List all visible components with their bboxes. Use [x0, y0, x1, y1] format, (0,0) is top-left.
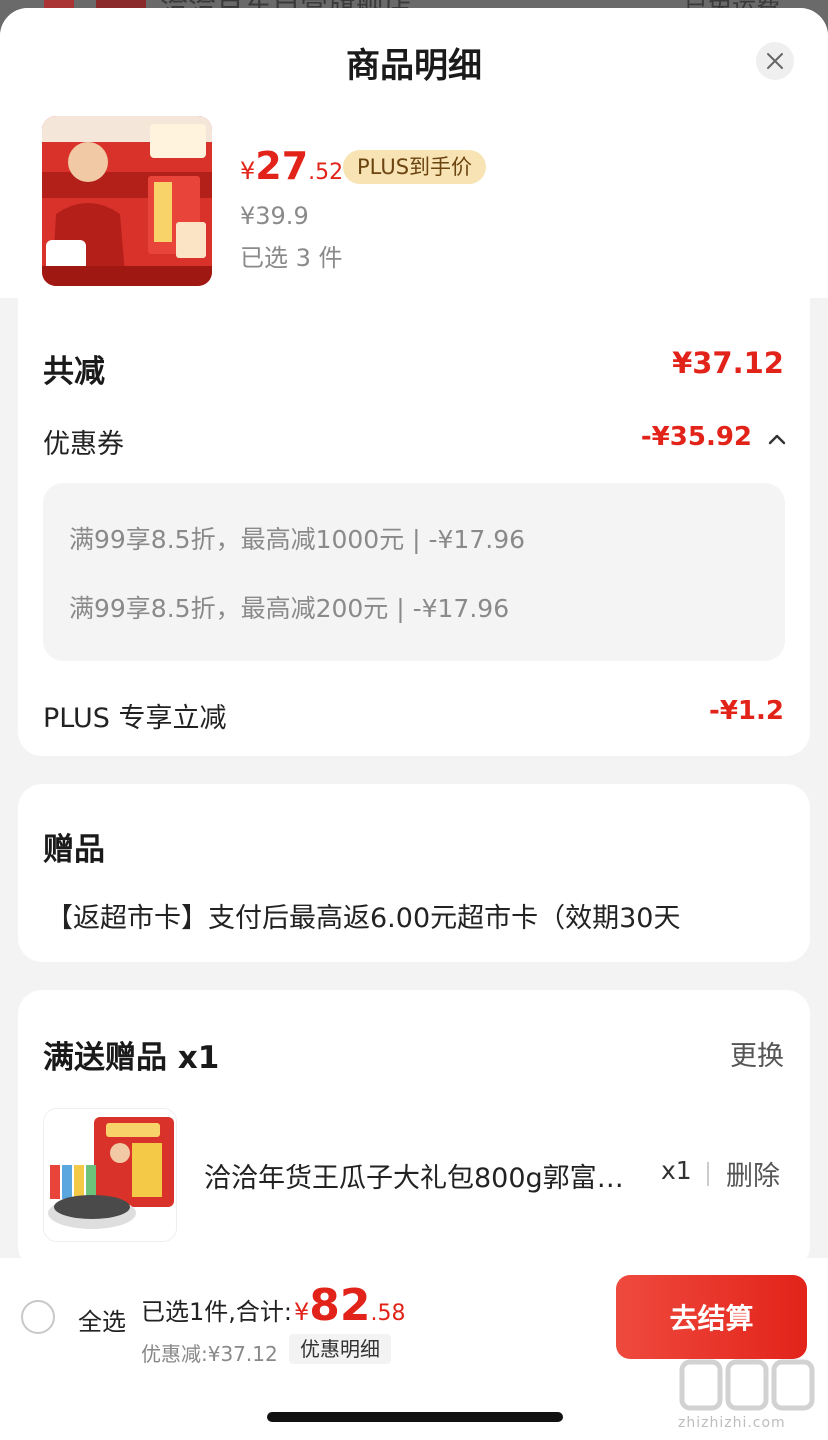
- gift-item-quantity: x1: [661, 1156, 692, 1185]
- close-button[interactable]: [756, 42, 794, 80]
- sheet-title: 商品明细: [346, 46, 482, 86]
- checkout-bar: 全选 已选1件,合计: ¥ 82 .58 优惠减:¥37.12 优惠明细 去结算…: [0, 1258, 828, 1440]
- home-indicator[interactable]: [267, 1412, 563, 1422]
- full-gift-title: 满送赠品 x1: [43, 1040, 220, 1076]
- order-summary: 已选1件,合计: ¥ 82 .58: [141, 1280, 406, 1331]
- gift-item-name: 洽洽年货王瓜子大礼包800g郭富城同款: [204, 1163, 634, 1194]
- gift-item-image: [43, 1108, 177, 1242]
- select-all-label[interactable]: 全选: [78, 1302, 126, 1337]
- plus-price-badge: PLUS到手价: [343, 150, 487, 184]
- plus-price: ¥ 27 .52: [240, 144, 355, 188]
- total-integer: 82: [309, 1280, 371, 1331]
- close-icon: [767, 53, 783, 69]
- selected-count: 已选 3 件: [240, 244, 343, 272]
- coupon-item: 满99享8.5折，最高减200元 | -¥17.96: [69, 594, 510, 623]
- coupon-item: 满99享8.5折，最高减1000元 | -¥17.96: [69, 525, 526, 554]
- delete-gift-button[interactable]: 删除: [726, 1154, 780, 1193]
- sheet-header: 商品明细 ¥ 27 .52 PLUS到手价 ¥39.9 已选 3 件: [0, 8, 828, 298]
- price-currency: ¥: [240, 157, 256, 185]
- plus-discount-label: PLUS 专享立减: [43, 703, 227, 734]
- discount-detail-button[interactable]: 优惠明细: [289, 1334, 391, 1364]
- chevron-up-icon[interactable]: [764, 426, 790, 452]
- discount-summary: 优惠减:¥37.12: [141, 1342, 278, 1366]
- total-currency: ¥: [293, 1298, 310, 1326]
- plus-discount-value: -¥1.2: [709, 696, 784, 726]
- total-discount-value: ¥37.12: [672, 346, 784, 380]
- coupon-label[interactable]: 优惠券: [43, 422, 124, 461]
- price-decimal: .52: [308, 160, 344, 185]
- full-gift-card: 满送赠品 x1 更换 洽洽年货王瓜子大礼包800g郭富城同款 x1 删除: [18, 990, 810, 1270]
- watermark-text: zhizhizhi.com: [678, 1415, 786, 1431]
- product-image: [42, 116, 212, 286]
- total-decimal: .58: [370, 1301, 406, 1326]
- total-discount-label: 共减: [43, 354, 105, 390]
- coupon-value[interactable]: -¥35.92: [641, 422, 752, 452]
- price-integer: 27: [255, 144, 309, 188]
- coupon-detail-list: 满99享8.5折，最高减1000元 | -¥17.96 满99享8.5折，最高减…: [43, 483, 785, 661]
- product-detail-sheet: 商品明细 ¥ 27 .52 PLUS到手价 ¥39.9 已选 3 件 共减 ¥3…: [0, 8, 828, 1440]
- summary-prefix: 已选1件,合计:: [141, 1298, 292, 1326]
- select-all-checkbox[interactable]: [21, 1300, 55, 1334]
- gift-card: 赠品 【返超市卡】支付后最高返6.00元超市卡（效期30天: [18, 784, 810, 962]
- original-price: ¥39.9: [240, 202, 309, 230]
- change-gift-button[interactable]: 更换: [730, 1034, 784, 1073]
- divider: [707, 1162, 709, 1186]
- discount-card: 共减 ¥37.12 优惠券 -¥35.92 满99享8.5折，最高减1000元 …: [18, 294, 810, 756]
- gift-title: 赠品: [43, 832, 105, 868]
- checkout-button[interactable]: 去结算: [616, 1275, 807, 1359]
- gift-description: 【返超市卡】支付后最高返6.00元超市卡（效期30天: [46, 903, 681, 934]
